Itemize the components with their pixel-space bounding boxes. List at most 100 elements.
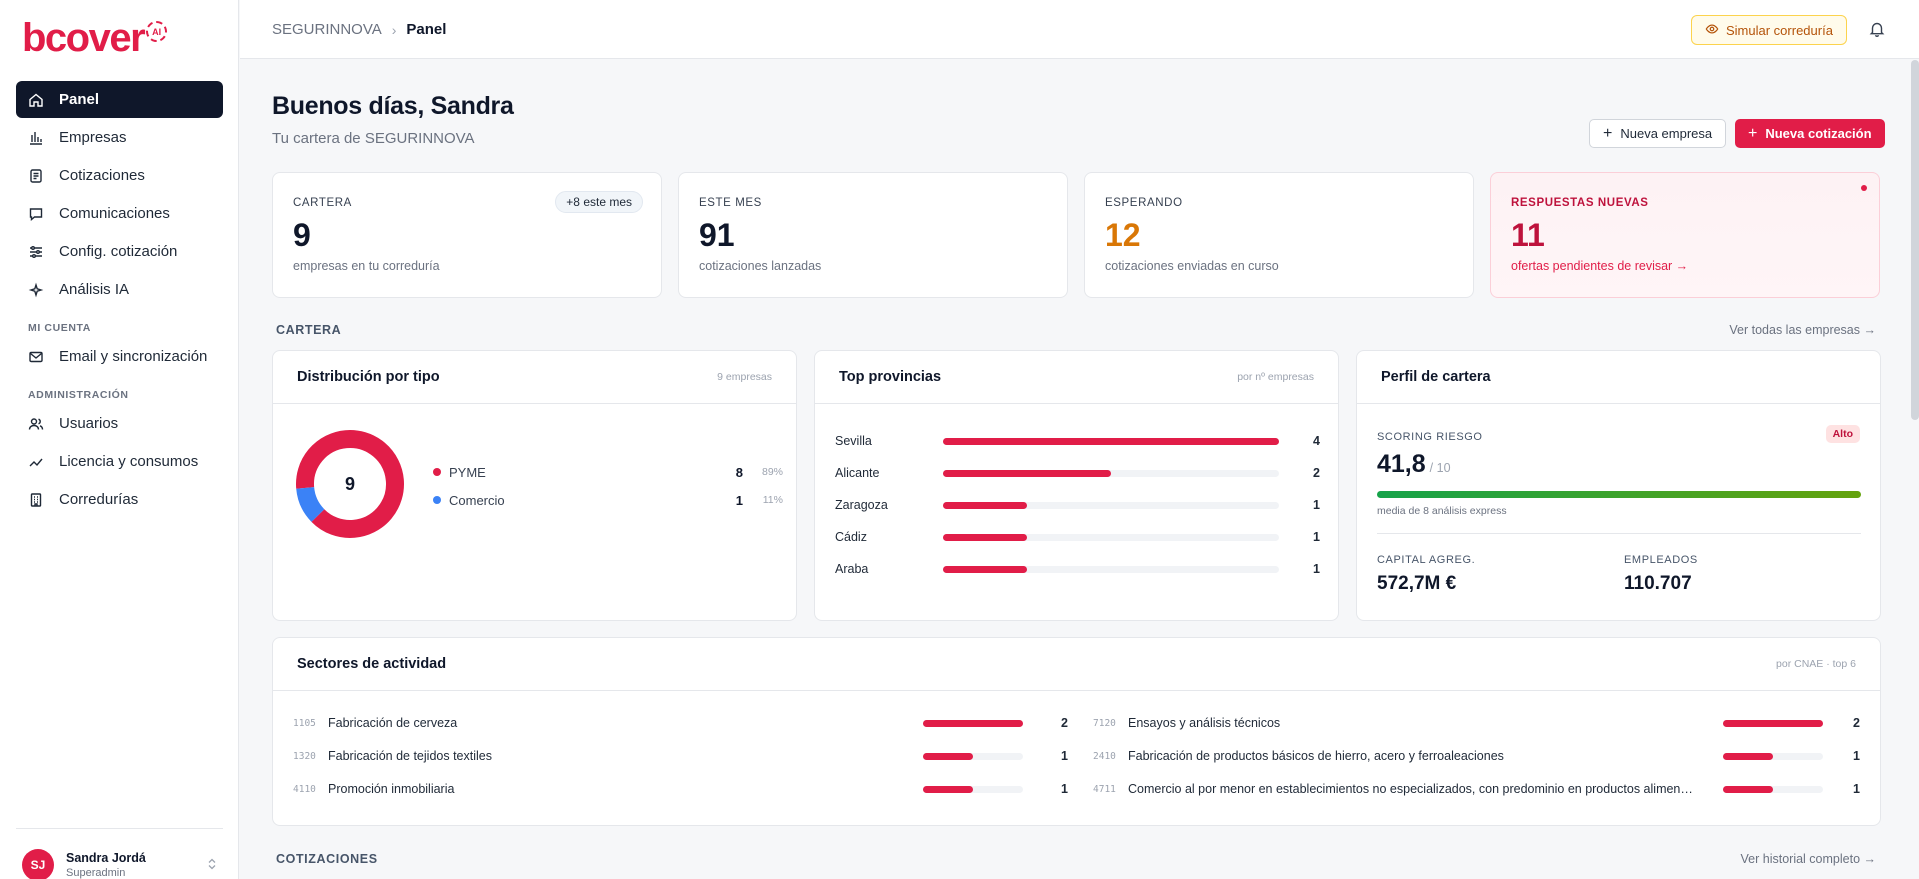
sector-name: Fabricación de productos básicos de hier… <box>1128 749 1504 763</box>
breadcrumb-root[interactable]: SEGURINNOVA <box>272 21 382 38</box>
sidebar-item-cotizaciones[interactable]: Cotizaciones <box>16 157 223 194</box>
province-row: Zaragoza 1 <box>835 495 1320 515</box>
sector-row[interactable]: 1320 Fabricación de tejidos textiles 1 <box>293 746 1068 766</box>
sidebar-item-label: Config. cotización <box>59 243 178 260</box>
sidebar-nav: Panel Empresas Cotizaciones Comunicacion… <box>16 81 223 519</box>
kpi-value: 91 <box>699 217 735 253</box>
provinces-panel: Top provincias por nº empresas Sevilla 4 A… <box>814 350 1339 621</box>
sidebar-item-comunicaciones[interactable]: Comunicaciones <box>16 195 223 232</box>
view-all-companies-link[interactable]: Ver todas las empresas → <box>1729 323 1876 337</box>
sidebar-item-licencia[interactable]: Licencia y consumos <box>16 443 223 480</box>
sector-row[interactable]: 4711 Comercio al por menor en establecimi… <box>1093 779 1860 799</box>
sector-row[interactable]: 2410 Fabricación de productos básicos de … <box>1093 746 1860 766</box>
province-bar <box>943 565 1027 573</box>
documents-icon <box>28 168 44 184</box>
kpi-description[interactable]: ofertas pendientes de revisar → <box>1511 259 1688 273</box>
kpi-value: 9 <box>293 217 311 253</box>
sector-code: 7120 <box>1093 717 1116 729</box>
sidebar-item-label: Email y sincronización <box>59 348 208 365</box>
eye-icon <box>1705 22 1719 39</box>
legend-percent: 11% <box>762 494 783 506</box>
view-history-link[interactable]: Ver historial completo → <box>1741 852 1876 866</box>
sidebar-item-label: Empresas <box>59 129 127 146</box>
panel-header: Top provincias por nº empresas <box>815 351 1338 404</box>
mail-icon <box>28 349 44 365</box>
distribution-legend: PYME 8 89% Comercio 1 11% <box>433 458 783 514</box>
province-label: Cádiz <box>835 530 867 544</box>
new-company-button[interactable]: + Nueva empresa <box>1589 119 1727 148</box>
sector-bar-track <box>923 752 1023 760</box>
sector-value: 2 <box>1853 716 1860 730</box>
province-bar-track <box>943 533 1279 541</box>
sector-row[interactable]: 1105 Fabricación de cerveza 2 <box>293 713 1068 733</box>
sidebar-item-analisis-ia[interactable]: Análisis IA <box>16 271 223 308</box>
sidebar-item-label: Comunicaciones <box>59 205 170 222</box>
building-icon <box>28 492 44 508</box>
sector-row[interactable]: 7120 Ensayos y análisis técnicos 2 <box>1093 713 1860 733</box>
sidebar-item-usuarios[interactable]: Usuarios <box>16 405 223 442</box>
new-quote-button[interactable]: + Nueva cotización <box>1735 119 1885 148</box>
sidebar-item-panel[interactable]: Panel <box>16 81 223 118</box>
sidebar-section-account: MI CUENTA <box>28 322 91 334</box>
sector-name: Promoción inmobiliaria <box>328 782 455 796</box>
new-company-label: Nueva empresa <box>1620 126 1713 141</box>
sidebar-item-email-sync[interactable]: Email y sincronización <box>16 338 223 375</box>
kpi-card-esperando[interactable]: ESPERANDO 12 cotizaciones enviadas en cu… <box>1084 172 1474 298</box>
sidebar-item-empresas[interactable]: Empresas <box>16 119 223 156</box>
sparkle-icon <box>28 282 44 298</box>
sector-row[interactable]: 4110 Promoción inmobiliaria 1 <box>293 779 1068 799</box>
breadcrumb: SEGURINNOVA › Panel <box>272 21 446 38</box>
plus-icon: + <box>1748 124 1758 142</box>
sidebar-item-label: Licencia y consumos <box>59 453 199 470</box>
province-bar <box>943 437 1279 445</box>
simulate-brokerage-button[interactable]: Simular correduría <box>1691 15 1847 45</box>
sector-bar <box>923 785 973 793</box>
panel-title: Perfil de cartera <box>1381 369 1491 385</box>
sliders-icon <box>28 244 44 260</box>
kpi-label: ESPERANDO <box>1105 197 1183 209</box>
sector-value: 1 <box>1061 782 1068 796</box>
panel-meta: 9 empresas <box>717 371 772 383</box>
panel-header: Sectores de actividad por CNAE · top 6 <box>273 638 1880 691</box>
panel-meta: por nº empresas <box>1237 371 1314 383</box>
kpi-card-cartera[interactable]: CARTERA +8 este mes 9 empresas en tu cor… <box>272 172 662 298</box>
kpi-card-respuestas-nuevas[interactable]: RESPUESTAS NUEVAS 11 ofertas pendientes … <box>1490 172 1880 298</box>
sector-code: 4711 <box>1093 783 1116 795</box>
province-bar-track <box>943 501 1279 509</box>
legend-count: 1 <box>735 492 743 508</box>
province-bar-track <box>943 469 1279 477</box>
kpi-label: RESPUESTAS NUEVAS <box>1511 197 1649 209</box>
sidebar-item-config-cotizacion[interactable]: Config. cotización <box>16 233 223 270</box>
panel-meta: por CNAE · top 6 <box>1776 658 1856 670</box>
legend-dot <box>433 468 441 476</box>
employees-label: EMPLEADOS <box>1624 554 1698 566</box>
kpi-description: empresas en tu correduría <box>293 259 440 273</box>
kpi-value: 12 <box>1105 217 1141 253</box>
province-bar <box>943 469 1111 477</box>
province-bar-track <box>943 565 1279 573</box>
legend-item-comercio: Comercio 1 11% <box>433 486 783 514</box>
chevron-updown-icon <box>207 858 217 873</box>
sector-value: 1 <box>1853 782 1860 796</box>
sector-bar <box>1723 719 1823 727</box>
province-bar <box>943 533 1027 541</box>
sidebar-item-corredurias[interactable]: Corredurías <box>16 481 223 518</box>
kpi-chip: +8 este mes <box>555 191 643 213</box>
kpi-card-este-mes[interactable]: ESTE MES 91 cotizaciones lanzadas <box>678 172 1068 298</box>
province-label: Alicante <box>835 466 880 480</box>
scrollbar[interactable] <box>1911 60 1919 420</box>
sector-value: 2 <box>1061 716 1068 730</box>
sector-value: 1 <box>1853 749 1860 763</box>
user-menu[interactable]: SJ Sandra Jordá Superadmin <box>22 849 217 879</box>
sector-code: 1320 <box>293 750 316 762</box>
legend-count: 8 <box>735 464 743 480</box>
kpi-description: cotizaciones lanzadas <box>699 259 822 273</box>
legend-item-pyme: PYME 8 89% <box>433 458 783 486</box>
simulate-label: Simular correduría <box>1726 22 1833 38</box>
bcover-logo[interactable]: bcover AI <box>22 16 168 60</box>
province-bar-track <box>943 437 1279 445</box>
province-value: 4 <box>1313 434 1320 448</box>
new-quote-label: Nueva cotización <box>1765 126 1872 141</box>
sector-code: 2410 <box>1093 750 1116 762</box>
bell-icon[interactable] <box>1868 20 1886 38</box>
